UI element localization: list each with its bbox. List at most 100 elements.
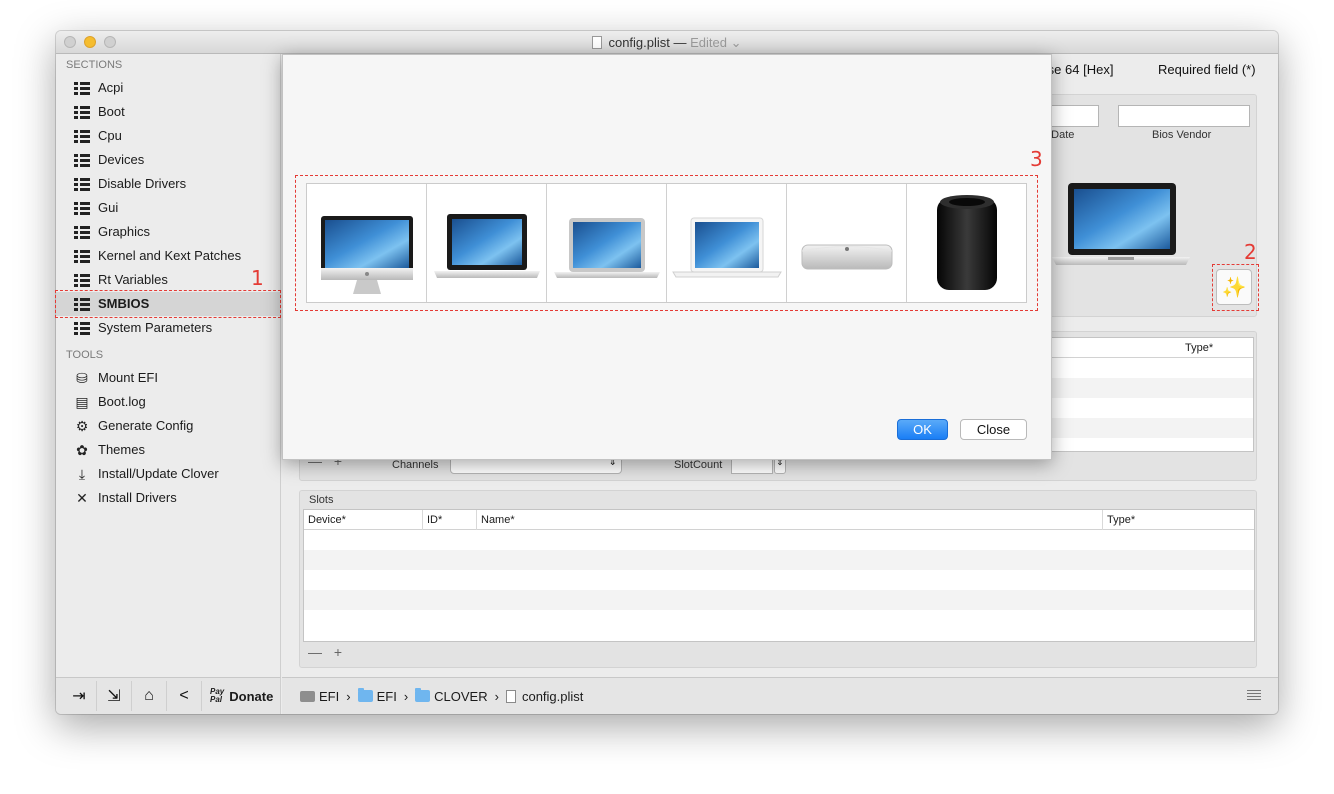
share-button[interactable]: < bbox=[167, 681, 202, 711]
sidebar-item-label: Devices bbox=[98, 152, 145, 167]
path-clover-folder[interactable]: CLOVER bbox=[415, 688, 488, 704]
type-column-header[interactable]: Type* bbox=[1102, 510, 1135, 530]
sidebar-item-label: Rt Variables bbox=[98, 272, 168, 287]
download-icon: ⤓ bbox=[78, 466, 86, 482]
table-row[interactable] bbox=[304, 610, 1254, 630]
required-field-label: Required field (*) bbox=[1158, 62, 1256, 77]
channels-label: Channels bbox=[392, 459, 439, 471]
sidebar-item-gui[interactable]: Gui bbox=[56, 196, 280, 220]
sidebar-item-kernel-kext-patches[interactable]: Kernel and Kext Patches bbox=[56, 244, 280, 268]
list-icon bbox=[74, 249, 90, 263]
tool-label: Generate Config bbox=[98, 418, 194, 433]
traffic-lights bbox=[64, 36, 116, 48]
paypal-logo: Pay Pal bbox=[210, 688, 224, 704]
list-icon bbox=[74, 105, 90, 119]
tool-label: Themes bbox=[98, 442, 145, 457]
folder-icon bbox=[415, 688, 431, 702]
path-config-file[interactable]: config.plist bbox=[505, 688, 584, 704]
sections-header: SECTIONS bbox=[66, 59, 123, 71]
donate-label: Donate bbox=[229, 688, 274, 704]
paypal-line2: Pal bbox=[210, 695, 223, 704]
menu-icon[interactable] bbox=[1247, 690, 1261, 701]
slots-panel: Slots Device* ID* Name* Type* — + bbox=[299, 490, 1257, 668]
list-icon bbox=[74, 273, 90, 287]
table-row[interactable] bbox=[304, 530, 1254, 550]
sidebar-item-label: Cpu bbox=[98, 128, 122, 143]
sidebar-item-devices[interactable]: Devices bbox=[56, 148, 280, 172]
sidebar-item-label: Kernel and Kext Patches bbox=[98, 248, 242, 263]
export-button[interactable]: ⇲ bbox=[97, 681, 132, 711]
list-icon bbox=[74, 81, 90, 95]
tool-label: Install Drivers bbox=[98, 490, 177, 505]
path-efi-volume[interactable]: EFI bbox=[300, 689, 339, 704]
path-label: CLOVER bbox=[434, 688, 488, 704]
slots-title: Slots bbox=[309, 494, 334, 506]
close-button[interactable]: Close bbox=[960, 419, 1027, 440]
sidebar-item-disable-drivers[interactable]: Disable Drivers bbox=[56, 172, 280, 196]
gear-icon: ⚙ bbox=[75, 418, 89, 434]
folder-icon bbox=[357, 688, 373, 702]
path-efi-folder[interactable]: EFI bbox=[357, 688, 397, 704]
sidebar-item-boot[interactable]: Boot bbox=[56, 100, 280, 124]
list-icon bbox=[74, 321, 90, 335]
slots-table-header: Device* ID* Name* Type* bbox=[304, 510, 1254, 530]
home-icon: ⌂ bbox=[144, 687, 154, 704]
list-icon bbox=[74, 225, 90, 239]
donate-button[interactable]: Pay Pal Donate bbox=[210, 688, 273, 704]
table-row[interactable] bbox=[304, 590, 1254, 610]
path-separator: › bbox=[494, 688, 499, 704]
sidebar-item-acpi[interactable]: Acpi bbox=[56, 76, 280, 100]
list-icon bbox=[74, 153, 90, 167]
path-bar: EFI › EFI › CLOVER › config.plist bbox=[282, 677, 1278, 714]
disk-icon: ⛁ bbox=[76, 370, 88, 386]
sidebar-item-rt-variables[interactable]: Rt Variables bbox=[56, 268, 280, 292]
palette-icon: ✿ bbox=[76, 442, 88, 458]
path-label: config.plist bbox=[521, 688, 584, 704]
annotation-box-2 bbox=[1212, 264, 1259, 311]
slots-table: Device* ID* Name* Type* bbox=[303, 509, 1255, 642]
tool-mount-efi[interactable]: ⛁ Mount EFI bbox=[56, 366, 280, 390]
name-column-header[interactable]: Name* bbox=[476, 510, 515, 530]
sidebar: SECTIONS Acpi Boot Cpu Devices Disable D… bbox=[56, 54, 281, 677]
export-icon: ⇲ bbox=[107, 688, 121, 705]
type-column-header[interactable]: Type* bbox=[1181, 338, 1213, 358]
tool-label: Boot.log bbox=[98, 394, 146, 409]
wrench-icon: ✕ bbox=[76, 490, 88, 506]
sidebar-item-graphics[interactable]: Graphics bbox=[56, 220, 280, 244]
path-label: EFI bbox=[376, 688, 397, 704]
table-row[interactable] bbox=[304, 550, 1254, 570]
minimize-window-button[interactable] bbox=[84, 36, 96, 48]
bios-vendor-caption: Bios Vendor bbox=[1152, 129, 1212, 141]
list-icon bbox=[74, 129, 90, 143]
close-window-button[interactable] bbox=[64, 36, 76, 48]
slotcount-label: SlotCount bbox=[674, 459, 723, 471]
annotation-box-3 bbox=[295, 175, 1038, 311]
tool-install-drivers[interactable]: ✕ Install Drivers bbox=[56, 486, 280, 510]
id-column-header[interactable]: ID* bbox=[422, 510, 442, 530]
import-icon: ⇥ bbox=[72, 688, 86, 705]
device-column-header[interactable]: Device* bbox=[304, 510, 346, 530]
tool-themes[interactable]: ✿ Themes bbox=[56, 438, 280, 462]
home-button[interactable]: ⌂ bbox=[132, 681, 167, 711]
ok-button[interactable]: OK bbox=[897, 419, 948, 440]
tools-header: TOOLS bbox=[66, 349, 104, 361]
tool-boot-log[interactable]: ▤ Boot.log bbox=[56, 390, 280, 414]
sidebar-item-label: Graphics bbox=[98, 224, 151, 239]
slots-add-remove[interactable]: — + bbox=[308, 644, 346, 660]
tool-generate-config[interactable]: ⚙ Generate Config bbox=[56, 414, 280, 438]
tool-install-update-clover[interactable]: ⤓ Install/Update Clover bbox=[56, 462, 280, 486]
path-label: EFI bbox=[319, 688, 340, 704]
import-button[interactable]: ⇥ bbox=[62, 681, 97, 711]
list-icon bbox=[74, 201, 90, 215]
tool-label: Install/Update Clover bbox=[98, 466, 219, 481]
macbook-pro-preview-image bbox=[1052, 183, 1190, 265]
share-icon: < bbox=[179, 687, 189, 704]
annotation-label-2: 2 bbox=[1244, 240, 1257, 264]
table-row[interactable] bbox=[304, 570, 1254, 590]
edited-status[interactable]: Edited ⌄ bbox=[690, 35, 741, 50]
sidebar-item-system-parameters[interactable]: System Parameters bbox=[56, 316, 280, 340]
bios-vendor-field[interactable] bbox=[1118, 105, 1250, 127]
window-title: config.plist bbox=[608, 35, 670, 50]
zoom-window-button[interactable] bbox=[104, 36, 116, 48]
sidebar-item-cpu[interactable]: Cpu bbox=[56, 124, 280, 148]
